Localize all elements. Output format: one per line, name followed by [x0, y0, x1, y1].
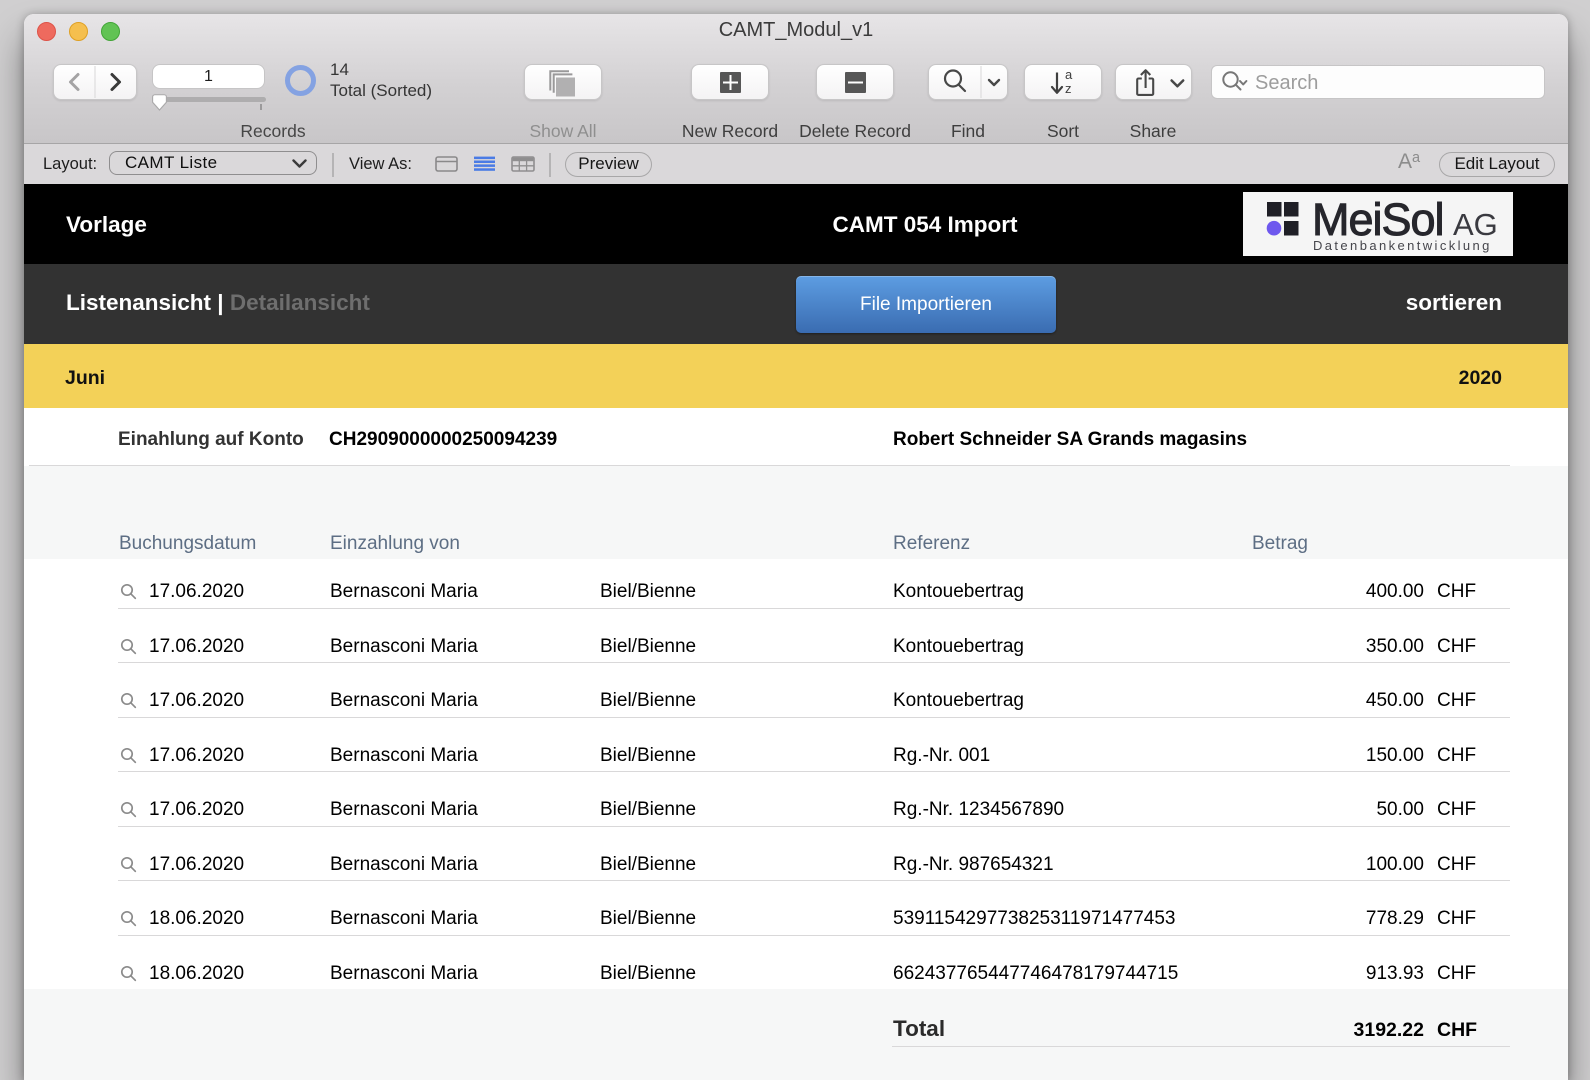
svg-text:Datenbankentwicklung: Datenbankentwicklung [1313, 238, 1492, 253]
svg-text:AG: AG [1453, 207, 1498, 242]
svg-text:z: z [1065, 81, 1072, 95]
